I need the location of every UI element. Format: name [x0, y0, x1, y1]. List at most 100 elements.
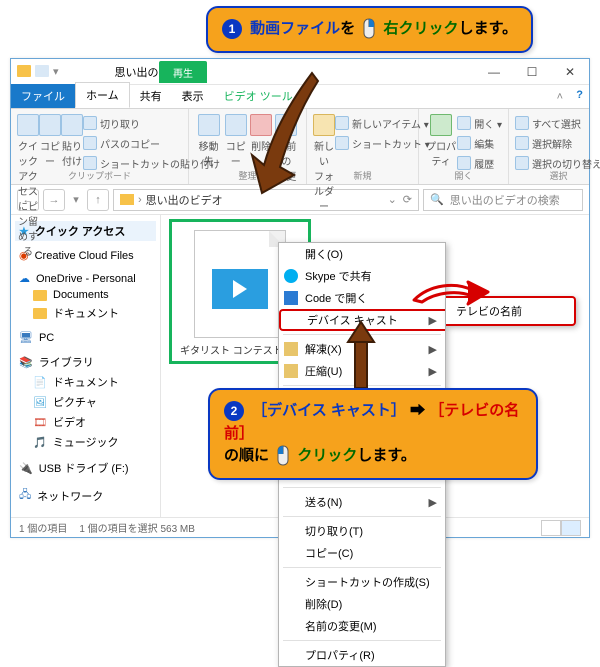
- collapse-ribbon-icon[interactable]: ˄: [557, 91, 563, 103]
- ctx-send-to[interactable]: 送る(N)▶: [279, 491, 445, 513]
- cloud-icon: ☁: [19, 272, 30, 285]
- menu-separator: [283, 516, 441, 517]
- ctx-rename[interactable]: 名前の変更(M): [279, 615, 445, 637]
- sidebar-item-pc[interactable]: 🖥PC: [15, 329, 156, 346]
- music-icon: 🎵: [33, 436, 47, 449]
- history-icon: [457, 156, 471, 170]
- menu-separator: [283, 640, 441, 641]
- picture-icon: 🖼: [33, 396, 47, 409]
- ctx-copy[interactable]: コピー(C): [279, 542, 445, 564]
- archive-icon: [284, 342, 298, 356]
- group-label: 選択: [509, 169, 600, 182]
- ctx-properties[interactable]: プロパティ(R): [279, 644, 445, 666]
- library-icon: 📚: [19, 356, 33, 369]
- select-none-button[interactable]: 選択解除: [515, 134, 600, 152]
- open-button[interactable]: 開く ▾: [457, 114, 502, 132]
- usb-icon: 🔌: [19, 462, 33, 475]
- copy-path-icon: [83, 136, 97, 150]
- sidebar-item-usb[interactable]: 🔌USB ドライブ (F:): [15, 458, 156, 478]
- ribbon-group-select: すべて選択 選択解除 選択の切り替え 選択: [509, 109, 600, 184]
- select-all-icon: [515, 116, 529, 130]
- submenu-arrow-icon: ▶: [429, 314, 437, 327]
- nav-pane[interactable]: ★クイック アクセス ◉Creative Cloud Files ☁OneDri…: [11, 215, 161, 517]
- view-details-button[interactable]: [541, 520, 561, 536]
- properties-button[interactable]: プロパティ: [425, 111, 457, 172]
- skype-icon: [284, 269, 298, 283]
- new-shortcut-button[interactable]: ショートカット ▾: [335, 134, 430, 152]
- qat-dropdown[interactable]: ▾: [53, 65, 59, 78]
- folder-icon: [33, 290, 47, 301]
- callout2-number: 2: [224, 401, 244, 421]
- sidebar-item-onedrive[interactable]: ☁OneDrive - Personal: [15, 270, 156, 287]
- contextual-tab-play[interactable]: 再生: [159, 61, 207, 83]
- sidebar-item-lib-music[interactable]: 🎵ミュージック: [15, 432, 156, 452]
- sidebar-item-lib-documents[interactable]: 📄ドキュメント: [15, 372, 156, 392]
- folder-icon: [33, 308, 47, 319]
- ctx-create-shortcut[interactable]: ショートカットの作成(S): [279, 571, 445, 593]
- folder-icon: [17, 65, 31, 77]
- mouse-icon: [361, 18, 377, 40]
- search-placeholder: 思い出のビデオの検索: [450, 192, 560, 208]
- sidebar-item-documents-jp[interactable]: ドキュメント: [15, 303, 156, 323]
- sidebar-item-documents[interactable]: Documents: [15, 287, 156, 303]
- paste-button[interactable]: 貼り付け: [61, 111, 83, 258]
- vscode-icon: [284, 291, 298, 305]
- submenu-arrow-icon: ▶: [429, 343, 437, 356]
- pc-icon: 🖥: [19, 331, 33, 344]
- cut-icon: [83, 116, 97, 130]
- shortcut-icon: [335, 136, 349, 150]
- guide-arrow-icon: [410, 280, 490, 306]
- sidebar-item-lib-pictures[interactable]: 🖼ピクチャ: [15, 392, 156, 412]
- status-selection: 1 個の項目を選択 563 MB: [79, 520, 195, 535]
- ribbon-group-open: プロパティ 開く ▾ 編集 履歴 開く: [419, 109, 509, 184]
- minimize-button[interactable]: —: [475, 59, 513, 85]
- sidebar-item-libraries[interactable]: 📚ライブラリ: [15, 352, 156, 372]
- new-item-icon: [335, 116, 349, 130]
- document-icon: 📄: [33, 376, 47, 389]
- submenu-arrow-icon: ▶: [429, 496, 437, 509]
- search-box[interactable]: 🔍 思い出のビデオの検索: [423, 189, 583, 211]
- file-thumbnail: [194, 230, 286, 338]
- edit-icon: [457, 136, 471, 150]
- play-overlay-icon: [212, 269, 268, 309]
- tab-home[interactable]: ホーム: [75, 82, 130, 108]
- sidebar-item-lib-videos[interactable]: 🎞ビデオ: [15, 412, 156, 432]
- search-icon: 🔍: [430, 193, 444, 206]
- ribbon-group-clipboard: クイック アクセス にピン留めする コピー 貼り付け 切り取り パスのコピー シ…: [11, 109, 189, 184]
- guide-arrow-icon: [336, 320, 386, 390]
- copy-icon: [39, 114, 61, 136]
- paste-icon: [61, 114, 83, 136]
- select-none-icon: [515, 136, 529, 150]
- menu-separator: [283, 487, 441, 488]
- group-label: 開く: [419, 169, 508, 182]
- tab-view[interactable]: 表示: [172, 84, 214, 108]
- copy-button[interactable]: コピー: [39, 111, 61, 258]
- pin-icon: [17, 114, 39, 136]
- new-item-button[interactable]: 新しいアイテム ▾: [335, 114, 430, 132]
- open-icon: [457, 116, 471, 130]
- select-all-button[interactable]: すべて選択: [515, 114, 600, 132]
- status-item-count: 1 個の項目: [19, 520, 67, 535]
- move-icon: [198, 114, 220, 136]
- submenu-arrow-icon: ▶: [429, 365, 437, 378]
- callout1-number: 1: [222, 19, 242, 39]
- guide-arrow-icon: [234, 67, 324, 197]
- ctx-open[interactable]: 開く(O): [279, 243, 445, 265]
- tab-share[interactable]: 共有: [130, 84, 172, 108]
- qat-item[interactable]: [35, 65, 49, 77]
- edit-button[interactable]: 編集: [457, 134, 502, 152]
- help-icon[interactable]: ?: [576, 89, 583, 101]
- pin-to-quick-access-button[interactable]: クイック アクセス にピン留めする: [17, 111, 39, 258]
- tab-file[interactable]: ファイル: [11, 84, 75, 108]
- callout-step1: 1 動画ファイルを 右クリックします。: [206, 6, 533, 53]
- maximize-button[interactable]: ☐: [513, 59, 551, 85]
- properties-icon: [430, 114, 452, 136]
- close-button[interactable]: ✕: [551, 59, 589, 85]
- ctx-cut[interactable]: 切り取り(T): [279, 520, 445, 542]
- view-large-icons-button[interactable]: [561, 520, 581, 536]
- archive-icon: [284, 364, 298, 378]
- group-label: クリップボード: [11, 169, 188, 182]
- sidebar-item-network[interactable]: 🖧ネットワーク: [15, 484, 156, 507]
- ctx-delete[interactable]: 削除(D): [279, 593, 445, 615]
- network-icon: 🖧: [19, 486, 31, 505]
